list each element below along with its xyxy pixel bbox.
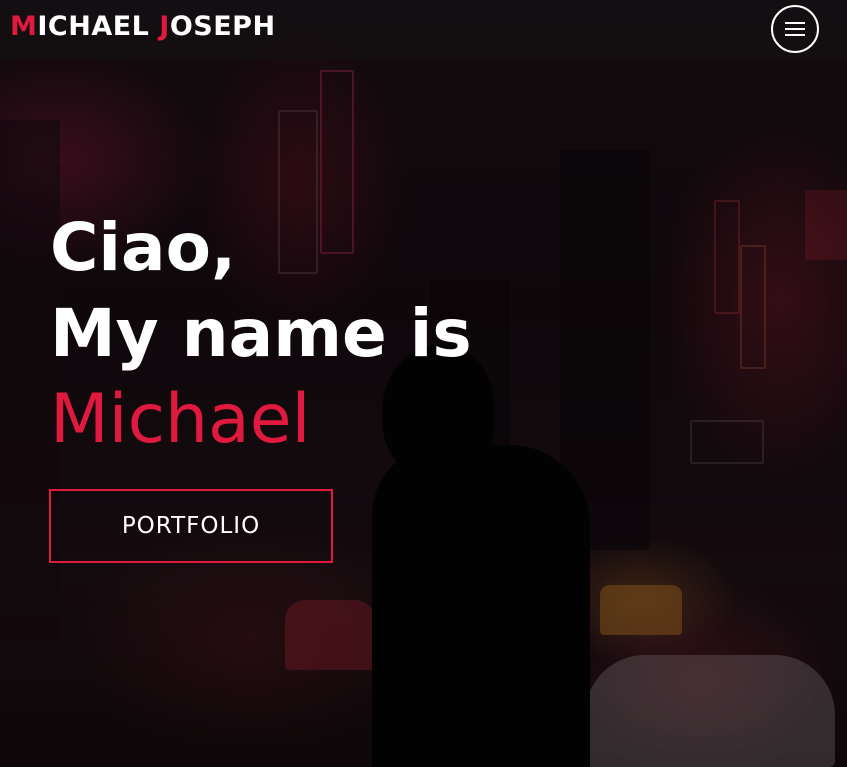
hero-heading: Ciao, My name is Michael [50, 205, 472, 463]
hero-intro: My name is [50, 295, 472, 372]
logo-first-name-rest: ICHAEL [37, 11, 160, 42]
site-logo[interactable]: MICHAEL JOSEPH [10, 11, 276, 42]
logo-initial-first: M [10, 11, 38, 42]
landing-page: MICHAEL JOSEPH Ciao, My name is Michael … [0, 0, 847, 767]
logo-initial-last: J [159, 11, 170, 42]
portfolio-button[interactable]: PORTFOLIO [49, 489, 333, 563]
hamburger-menu-icon[interactable] [771, 5, 819, 53]
hero-greeting: Ciao, [50, 209, 237, 286]
logo-last-name-rest: OSEPH [169, 11, 276, 42]
hero-name: Michael [50, 380, 311, 459]
top-navbar: MICHAEL JOSEPH [0, 0, 847, 59]
